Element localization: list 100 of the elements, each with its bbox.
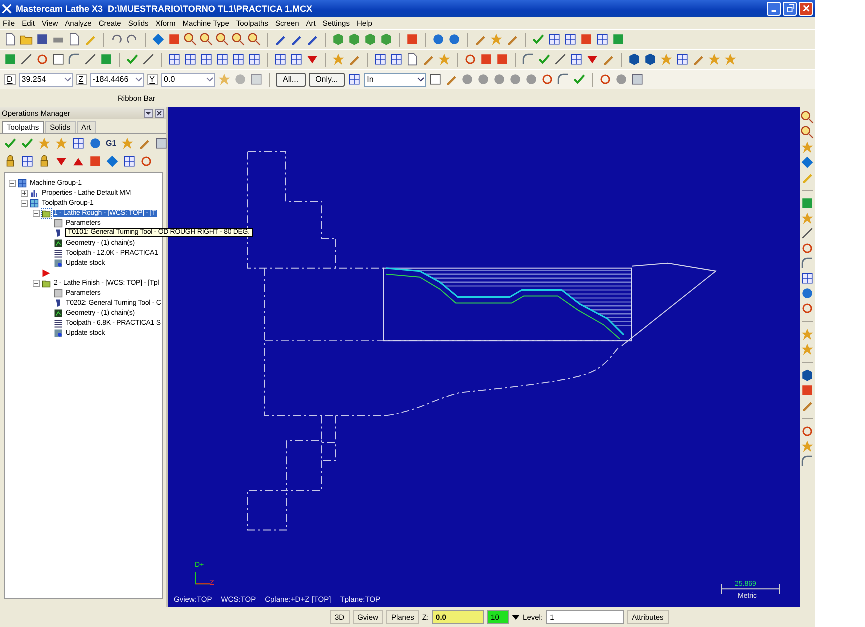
circle-icon[interactable] bbox=[801, 242, 814, 255]
folder-icon[interactable] bbox=[20, 33, 33, 46]
square-icon[interactable] bbox=[168, 33, 181, 46]
coordinate-field[interactable]: 39.254 bbox=[18, 72, 73, 86]
grid-icon[interactable] bbox=[72, 136, 85, 150]
grid-icon[interactable] bbox=[676, 53, 689, 66]
star-icon[interactable] bbox=[801, 440, 814, 453]
circle-icon[interactable] bbox=[36, 53, 49, 66]
collapse-icon[interactable] bbox=[33, 280, 40, 286]
grid-icon[interactable] bbox=[274, 53, 287, 66]
document-icon[interactable] bbox=[68, 33, 81, 46]
dot-icon[interactable] bbox=[493, 73, 506, 86]
gcode-button[interactable]: G1 bbox=[106, 138, 117, 148]
select-button[interactable]: Only... bbox=[308, 72, 346, 86]
circle-icon[interactable] bbox=[140, 154, 153, 168]
dot-icon[interactable] bbox=[461, 73, 474, 86]
dot-icon[interactable] bbox=[525, 73, 538, 86]
star-icon[interactable] bbox=[801, 141, 814, 154]
grid-icon[interactable] bbox=[216, 53, 229, 66]
collapse-icon[interactable] bbox=[33, 210, 40, 216]
globe-icon[interactable] bbox=[801, 287, 814, 300]
line-icon[interactable] bbox=[801, 227, 814, 240]
square-icon[interactable] bbox=[801, 384, 814, 397]
close-button[interactable] bbox=[799, 2, 813, 16]
grid-icon[interactable] bbox=[123, 154, 136, 168]
cube-icon[interactable] bbox=[628, 53, 641, 66]
check-icon[interactable] bbox=[126, 53, 139, 66]
caret-icon[interactable] bbox=[512, 613, 520, 621]
magnifier-icon[interactable] bbox=[232, 33, 245, 46]
grid-icon[interactable] bbox=[168, 53, 181, 66]
square-icon[interactable] bbox=[89, 154, 102, 168]
square-icon[interactable] bbox=[406, 33, 419, 46]
arc-icon[interactable] bbox=[801, 257, 814, 270]
globe-icon[interactable] bbox=[432, 33, 445, 46]
star-icon[interactable] bbox=[724, 53, 737, 66]
square-icon[interactable] bbox=[496, 53, 509, 66]
globe-icon[interactable] bbox=[89, 136, 102, 150]
star-icon[interactable] bbox=[708, 53, 721, 66]
line-icon[interactable] bbox=[20, 53, 33, 66]
padlock-icon[interactable] bbox=[4, 154, 17, 168]
square-icon[interactable] bbox=[580, 33, 593, 46]
square-icon[interactable] bbox=[480, 53, 493, 66]
magnifier-icon[interactable] bbox=[248, 33, 261, 46]
diamond-icon[interactable] bbox=[801, 156, 814, 169]
arc-icon[interactable] bbox=[801, 455, 814, 468]
star-icon[interactable] bbox=[801, 343, 814, 356]
magnifier-icon[interactable] bbox=[200, 33, 213, 46]
grid-icon[interactable] bbox=[248, 53, 261, 66]
line-icon[interactable] bbox=[554, 53, 567, 66]
diamond-icon[interactable] bbox=[152, 33, 165, 46]
document-icon[interactable] bbox=[406, 53, 419, 66]
square-icon[interactable] bbox=[52, 53, 65, 66]
padlock-icon[interactable] bbox=[38, 154, 51, 168]
dot-icon[interactable] bbox=[615, 73, 628, 86]
star-icon[interactable] bbox=[660, 53, 673, 66]
check-icon[interactable] bbox=[573, 73, 586, 86]
collapse-icon[interactable] bbox=[9, 180, 16, 186]
circle-icon[interactable] bbox=[541, 73, 554, 86]
select-button[interactable]: All... bbox=[276, 72, 306, 86]
star-icon[interactable] bbox=[332, 53, 345, 66]
grid-icon[interactable] bbox=[390, 53, 403, 66]
redo-icon[interactable] bbox=[126, 33, 139, 46]
cube-icon[interactable] bbox=[380, 33, 393, 46]
dot-icon[interactable] bbox=[234, 73, 248, 86]
arc-icon[interactable] bbox=[557, 73, 570, 86]
line-icon[interactable] bbox=[142, 53, 155, 66]
star-icon[interactable] bbox=[38, 136, 51, 150]
circle-icon[interactable] bbox=[464, 53, 477, 66]
circle-icon[interactable] bbox=[801, 425, 814, 438]
check-icon[interactable] bbox=[21, 136, 34, 150]
star-icon[interactable] bbox=[120, 136, 134, 150]
undo-icon[interactable] bbox=[110, 33, 123, 46]
grid-icon[interactable] bbox=[21, 154, 34, 168]
star-icon[interactable] bbox=[218, 73, 232, 86]
magnifier-icon[interactable] bbox=[801, 126, 814, 139]
diamond-icon[interactable] bbox=[106, 154, 119, 168]
cube-icon[interactable] bbox=[348, 33, 361, 46]
grid-icon[interactable] bbox=[570, 53, 583, 66]
restore-button[interactable] bbox=[783, 2, 797, 16]
check-icon[interactable] bbox=[4, 136, 17, 150]
circle-icon[interactable] bbox=[801, 302, 814, 315]
close-icon[interactable] bbox=[155, 108, 164, 118]
line-icon[interactable] bbox=[84, 53, 97, 66]
dropdown-icon[interactable] bbox=[144, 108, 153, 118]
globe-icon[interactable] bbox=[448, 33, 461, 46]
star-icon[interactable] bbox=[801, 328, 814, 341]
circle-icon[interactable] bbox=[599, 73, 612, 86]
dot-icon[interactable] bbox=[477, 73, 490, 86]
grid-icon[interactable] bbox=[184, 53, 197, 66]
cube-icon[interactable] bbox=[332, 33, 345, 46]
grid-icon[interactable] bbox=[290, 53, 303, 66]
star-icon[interactable] bbox=[438, 53, 451, 66]
magnifier-icon[interactable] bbox=[216, 33, 229, 46]
grid-icon[interactable] bbox=[564, 33, 577, 46]
arc-icon[interactable] bbox=[68, 53, 81, 66]
star-icon[interactable] bbox=[55, 136, 68, 150]
cube-icon[interactable] bbox=[801, 369, 814, 382]
expand-icon[interactable] bbox=[21, 190, 28, 196]
check-icon[interactable] bbox=[538, 53, 551, 66]
minimize-button[interactable] bbox=[767, 2, 781, 16]
